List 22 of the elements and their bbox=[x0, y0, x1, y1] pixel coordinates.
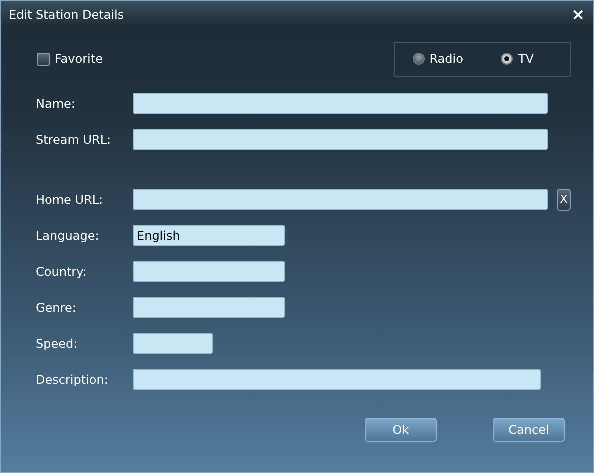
input-field[interactable] bbox=[133, 93, 548, 114]
input-field[interactable] bbox=[133, 369, 541, 390]
input-field[interactable] bbox=[133, 297, 285, 318]
clear-button[interactable]: X bbox=[557, 188, 571, 210]
input-field[interactable]: English bbox=[133, 225, 285, 246]
input-field[interactable] bbox=[133, 129, 548, 150]
field-label: Country: bbox=[36, 264, 88, 278]
field-label: Name: bbox=[36, 96, 76, 110]
favorite-checkbox[interactable]: Favorite bbox=[37, 52, 103, 66]
field-label: Language: bbox=[36, 228, 100, 242]
window-title: Edit Station Details bbox=[9, 8, 124, 22]
field-label: Speed: bbox=[36, 336, 79, 350]
field-label: Stream URL: bbox=[36, 132, 112, 146]
close-button[interactable]: × bbox=[570, 5, 587, 24]
field-label: Home URL: bbox=[36, 192, 104, 206]
input-field[interactable] bbox=[133, 333, 213, 354]
input-field[interactable] bbox=[133, 261, 285, 282]
radio-button[interactable]: TV bbox=[501, 52, 534, 66]
field-label: Description: bbox=[36, 372, 110, 386]
field-label: Genre: bbox=[36, 300, 78, 314]
input-field[interactable] bbox=[133, 189, 548, 210]
radio-button[interactable]: Radio bbox=[412, 52, 464, 66]
